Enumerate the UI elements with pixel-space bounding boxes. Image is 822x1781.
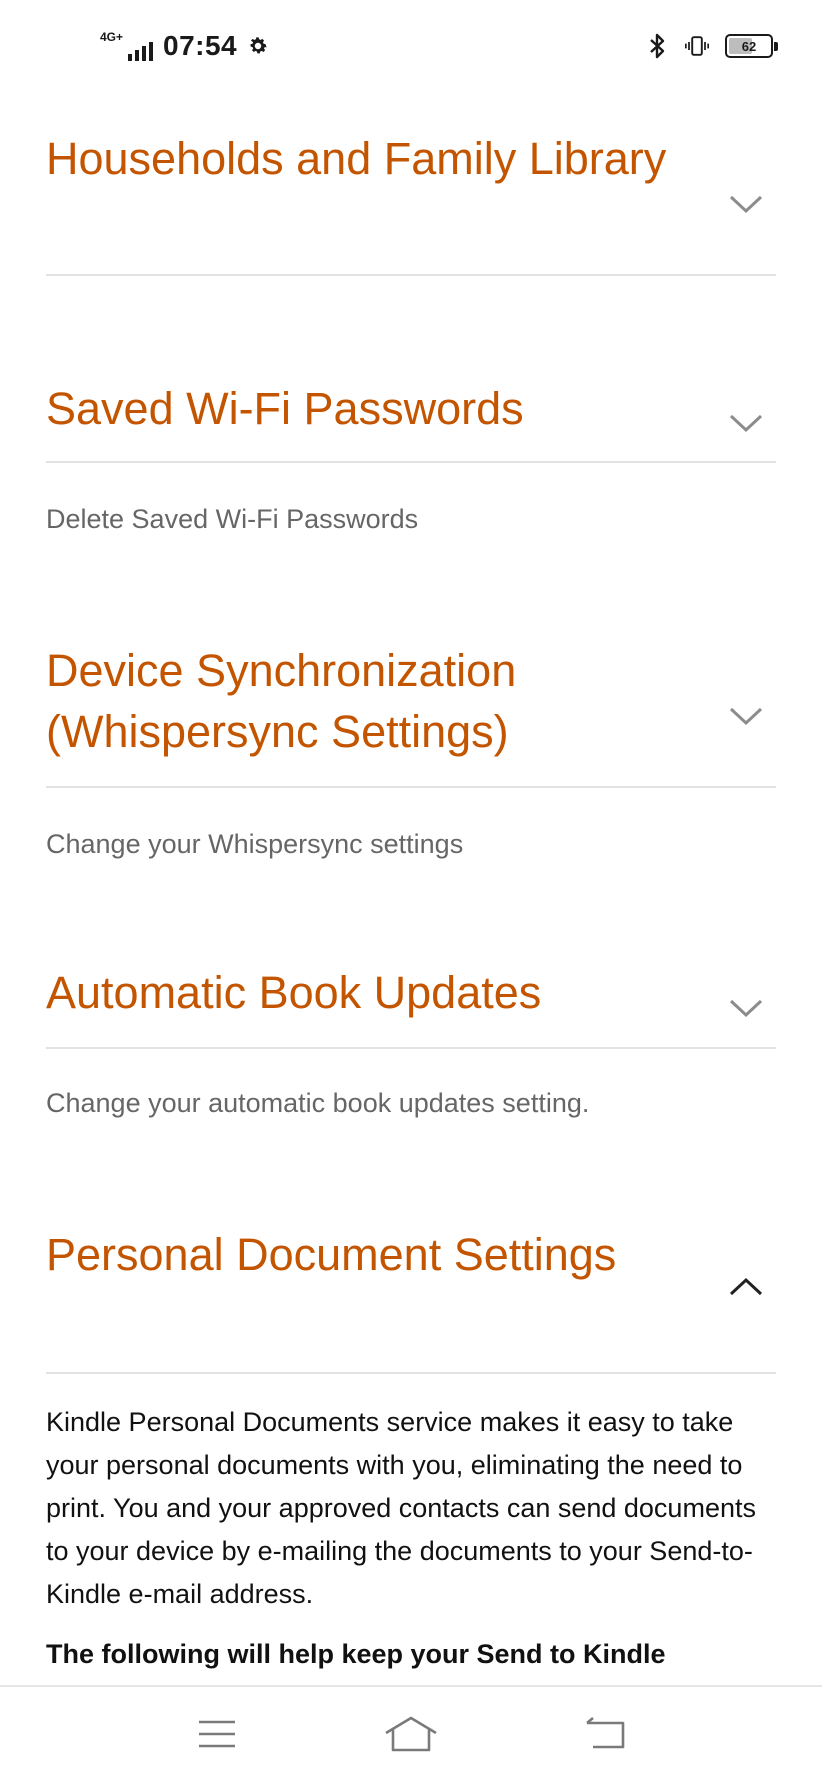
chevron-up-icon[interactable] bbox=[728, 1276, 764, 1298]
back-button[interactable] bbox=[575, 1709, 635, 1759]
section-title: Device Synchronization (Whispersync Sett… bbox=[46, 645, 517, 757]
kindle-settings-screen: 4G+ 07:54 62 Households and Family Libra… bbox=[0, 0, 822, 1781]
signal-bars bbox=[128, 39, 154, 61]
section-households: Households and Family Library bbox=[46, 128, 776, 276]
signal-icon: 4G+ bbox=[100, 30, 154, 61]
chevron-down-icon[interactable] bbox=[728, 705, 764, 727]
section-wifi-passwords: Saved Wi-Fi Passwords Delete Saved Wi-Fi… bbox=[46, 378, 776, 539]
section-header-book-updates[interactable]: Automatic Book Updates bbox=[46, 962, 776, 1049]
menu-icon bbox=[199, 1720, 235, 1748]
menu-button[interactable] bbox=[187, 1709, 247, 1759]
section-title: Automatic Book Updates bbox=[46, 967, 542, 1018]
section-header-wifi[interactable]: Saved Wi-Fi Passwords bbox=[46, 378, 776, 463]
chevron-down-icon[interactable] bbox=[728, 193, 764, 215]
section-title: Saved Wi-Fi Passwords bbox=[46, 383, 524, 434]
battery-icon: 62 bbox=[725, 34, 778, 58]
status-left: 4G+ 07:54 bbox=[100, 30, 269, 62]
chevron-down-icon[interactable] bbox=[728, 997, 764, 1019]
vibrate-icon bbox=[685, 36, 709, 56]
section-header-personal-documents[interactable]: Personal Document Settings bbox=[46, 1224, 776, 1374]
status-bar: 4G+ 07:54 62 bbox=[0, 0, 822, 92]
section-whispersync: Device Synchronization (Whispersync Sett… bbox=[46, 640, 776, 864]
section-title: Personal Document Settings bbox=[46, 1229, 617, 1280]
system-nav-bar bbox=[0, 1685, 822, 1781]
section-title: Households and Family Library bbox=[46, 133, 667, 184]
section-header-whispersync[interactable]: Device Synchronization (Whispersync Sett… bbox=[46, 640, 776, 788]
network-type: 4G+ bbox=[100, 30, 124, 44]
battery-body: 62 bbox=[725, 34, 773, 58]
gear-icon bbox=[250, 37, 267, 54]
battery-level: 62 bbox=[741, 38, 757, 54]
section-personal-documents: Personal Document Settings Kindle Person… bbox=[46, 1224, 776, 1674]
whispersync-settings-link[interactable]: Change your Whispersync settings bbox=[46, 824, 776, 864]
home-button[interactable] bbox=[381, 1709, 441, 1759]
battery-cap bbox=[774, 41, 778, 51]
bluetooth-icon bbox=[650, 33, 665, 59]
send-to-kindle-heading: The following will help keep your Send t… bbox=[46, 1639, 666, 1669]
clock: 07:54 bbox=[163, 30, 238, 61]
delete-wifi-passwords-link[interactable]: Delete Saved Wi-Fi Passwords bbox=[46, 499, 776, 539]
home-icon bbox=[385, 1716, 437, 1752]
section-header-households[interactable]: Households and Family Library bbox=[46, 128, 776, 276]
personal-documents-description: Kindle Personal Documents service makes … bbox=[46, 1407, 756, 1609]
chevron-down-icon[interactable] bbox=[728, 412, 764, 434]
section-book-updates: Automatic Book Updates Change your autom… bbox=[46, 962, 776, 1123]
status-right: 62 bbox=[645, 31, 778, 61]
book-updates-link[interactable]: Change your automatic book updates setti… bbox=[46, 1083, 776, 1123]
back-icon bbox=[586, 1717, 625, 1749]
